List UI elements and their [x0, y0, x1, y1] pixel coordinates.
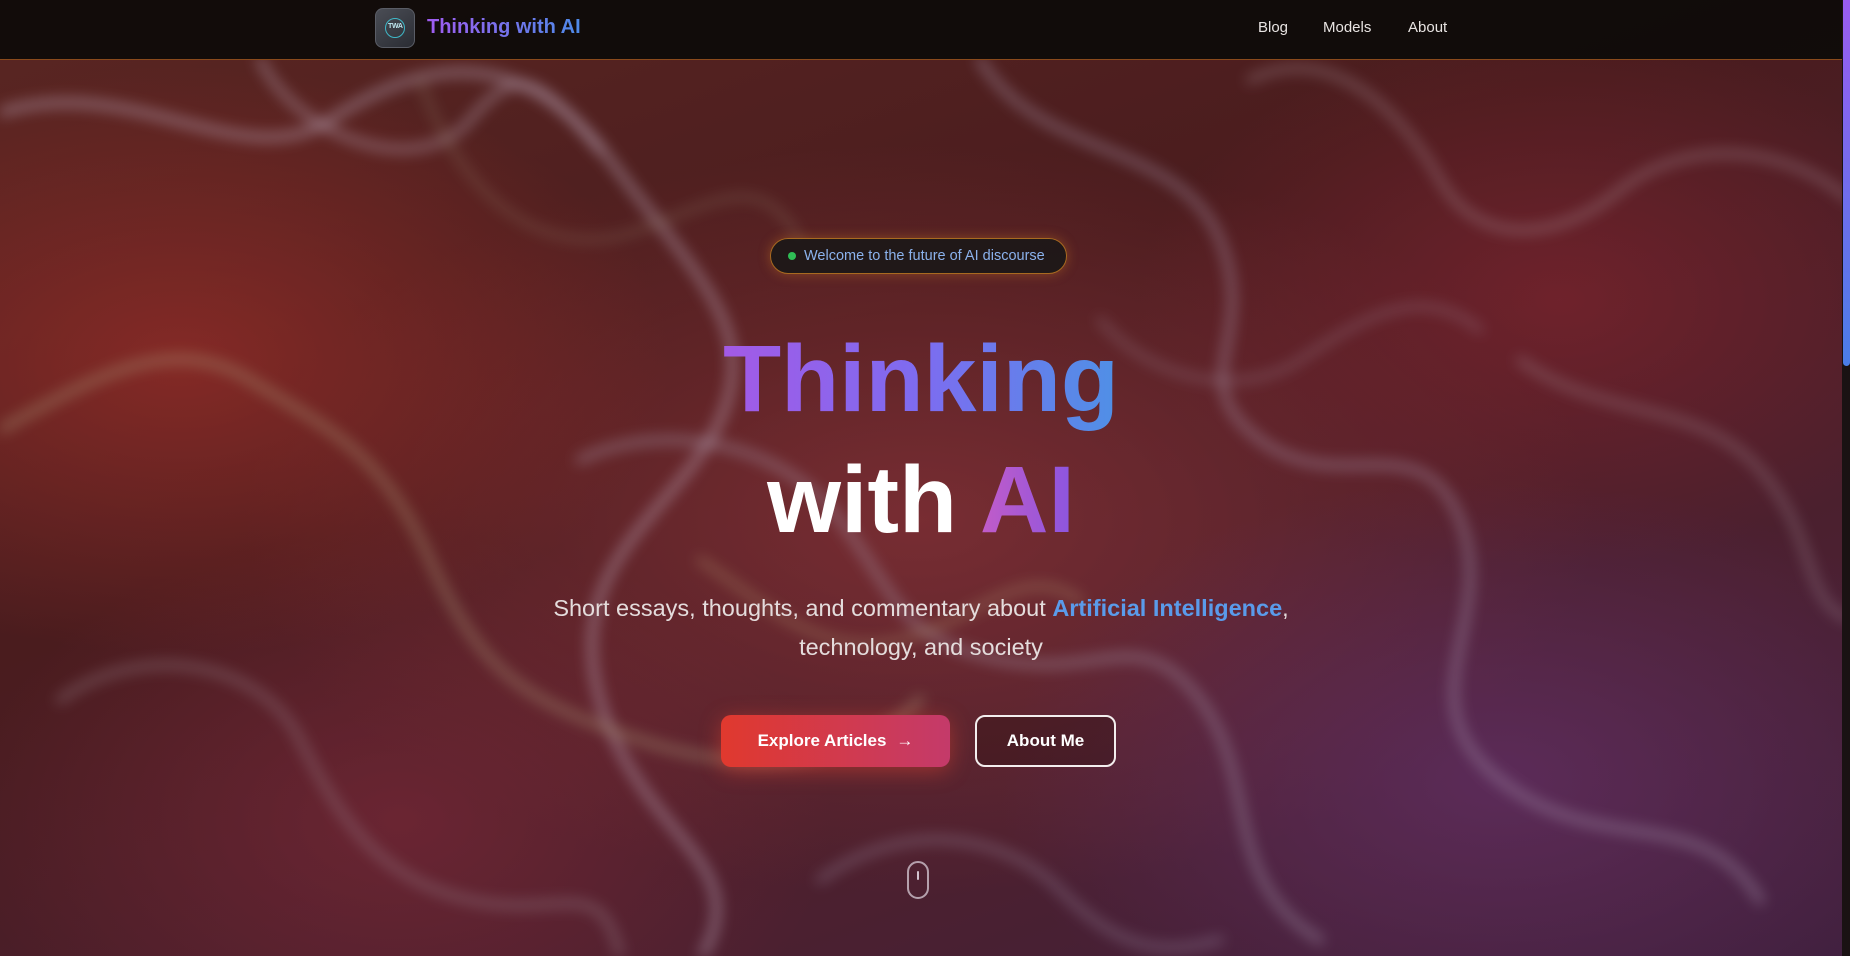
- welcome-badge-text: Welcome to the future of AI discourse: [804, 248, 1045, 264]
- welcome-badge: Welcome to the future of AI discourse: [770, 238, 1067, 274]
- nav-link-about[interactable]: About: [1408, 19, 1447, 36]
- hero-subtitle-line-2: technology, and society: [0, 628, 1842, 667]
- mouse-wheel-icon: [917, 871, 919, 880]
- subtitle-text: Short essays, thoughts, and commentary a…: [553, 595, 1046, 621]
- scrollbar-thumb[interactable]: [1843, 0, 1850, 366]
- subtitle-highlight: Artificial Intelligence: [1052, 595, 1283, 621]
- nav-link-models[interactable]: Models: [1323, 19, 1371, 36]
- about-me-label: About Me: [1006, 731, 1085, 750]
- top-navbar: TWA Thinking with AI Blog Models About: [0, 0, 1842, 60]
- mouse-scroll-icon[interactable]: [907, 861, 929, 899]
- hero-title-with: with: [767, 447, 958, 553]
- subtitle-comma: ,: [1282, 595, 1289, 621]
- hero-subtitle-line-1: Short essays, thoughts, and commentary a…: [0, 589, 1842, 628]
- hero-title-thinking: Thinking: [723, 326, 1119, 432]
- explore-articles-label: Explore Articles: [757, 731, 887, 750]
- status-dot-icon: [788, 252, 796, 260]
- nav-link-blog[interactable]: Blog: [1258, 19, 1288, 36]
- hero-title-line-1: Thinking: [0, 324, 1842, 434]
- about-me-button[interactable]: About Me: [975, 715, 1116, 767]
- explore-articles-button[interactable]: Explore Articles →: [721, 715, 950, 767]
- hero-title-ai: AI: [979, 447, 1075, 553]
- logo-text: TWA: [388, 23, 403, 30]
- arrow-right-icon: →: [896, 731, 914, 750]
- site-logo[interactable]: TWA: [375, 8, 415, 48]
- brand-name[interactable]: Thinking with AI: [427, 16, 581, 39]
- subtitle-text-line-2: technology, and society: [799, 634, 1043, 660]
- page: TWA Thinking with AI Blog Models About W…: [0, 0, 1850, 956]
- page-scrollbar[interactable]: [1842, 0, 1850, 956]
- hero-title-line-2: with AI: [0, 445, 1842, 555]
